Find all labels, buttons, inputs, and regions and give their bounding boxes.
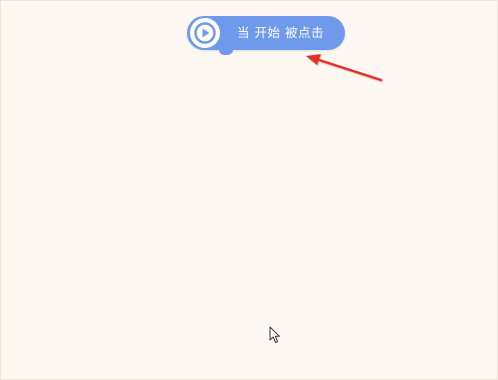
- workspace-canvas[interactable]: 当 开始 被点击: [0, 0, 498, 380]
- mouse-cursor-icon: [269, 326, 280, 343]
- play-icon: [194, 22, 216, 44]
- block-label: 当 开始 被点击: [237, 25, 324, 40]
- red-arrow-icon: [306, 54, 383, 82]
- when-start-clicked-block[interactable]: 当 开始 被点击: [187, 16, 345, 55]
- play-badge: [190, 18, 220, 48]
